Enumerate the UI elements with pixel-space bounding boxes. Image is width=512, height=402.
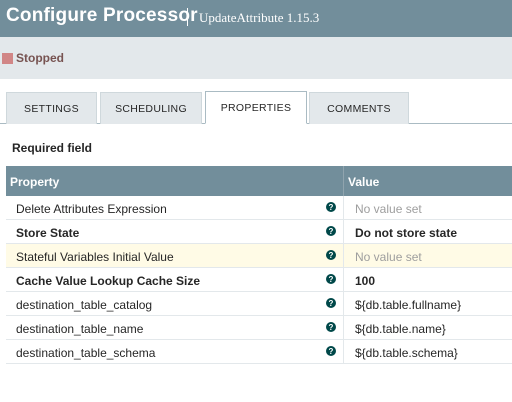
property-value[interactable]: No value set [355, 202, 422, 216]
processor-type: UpdateAttribute 1.15.3 [199, 10, 320, 25]
status-label: Stopped [16, 51, 64, 65]
properties-table: Property Value Delete Attributes Express… [6, 166, 512, 364]
tab-settings[interactable]: SETTINGS [6, 92, 97, 124]
table-row[interactable]: destination_table_catalog ? ${db.table.f… [6, 292, 512, 316]
tab-scheduling[interactable]: SCHEDULING [100, 92, 202, 124]
question-circle-icon[interactable]: ? [326, 202, 336, 212]
property-name: destination_table_name [16, 322, 144, 336]
property-name: Delete Attributes Expression [16, 202, 167, 216]
table-row[interactable]: destination_table_schema ? ${db.table.sc… [6, 340, 512, 364]
question-circle-icon[interactable]: ? [326, 322, 336, 332]
table-header: Property Value [6, 166, 512, 196]
question-circle-icon[interactable]: ? [326, 274, 336, 284]
question-circle-icon[interactable]: ? [326, 298, 336, 308]
tab-comments-label: COMMENTS [327, 102, 391, 115]
tab-scheduling-label: SCHEDULING [115, 102, 187, 115]
property-name: destination_table_catalog [16, 298, 153, 312]
stopped-icon [2, 53, 13, 64]
property-value[interactable]: ${db.table.schema} [355, 346, 458, 360]
property-name: destination_table_schema [16, 346, 156, 360]
table-row[interactable]: Stateful Variables Initial Value ? No va… [6, 244, 512, 268]
table-row[interactable]: destination_table_name ? ${db.table.name… [6, 316, 512, 340]
property-column-header[interactable]: Property [10, 175, 59, 189]
status-bar: Stopped [0, 37, 512, 79]
dialog-header: Configure Processor UpdateAttribute 1.15… [0, 0, 512, 37]
table-row[interactable]: Delete Attributes Expression ? No value … [6, 196, 512, 220]
table-row[interactable]: Store State ? Do not store state [6, 220, 512, 244]
value-column-header[interactable]: Value [348, 175, 379, 189]
property-value[interactable]: Do not store state [355, 226, 457, 240]
dialog-title: Configure Processor [6, 5, 198, 26]
cell-divider [343, 316, 344, 340]
property-name: Store State [16, 226, 80, 240]
property-value[interactable]: ${db.table.name} [355, 322, 446, 336]
required-field-legend: Required field [12, 141, 93, 155]
cell-divider [343, 292, 344, 316]
question-circle-icon[interactable]: ? [326, 346, 336, 356]
tab-properties-label: PROPERTIES [220, 101, 292, 114]
property-value[interactable]: ${db.table.fullname} [355, 298, 461, 312]
cell-divider [343, 244, 344, 268]
cell-divider [343, 196, 344, 220]
cell-divider [343, 220, 344, 244]
property-value[interactable]: 100 [355, 274, 375, 288]
tab-settings-label: SETTINGS [24, 102, 79, 115]
title-separator [187, 8, 188, 26]
cell-divider [343, 340, 344, 364]
column-divider [343, 166, 344, 196]
tab-comments[interactable]: COMMENTS [309, 92, 409, 124]
table-row[interactable]: Cache Value Lookup Cache Size ? 100 [6, 268, 512, 292]
cell-divider [343, 268, 344, 292]
question-circle-icon[interactable]: ? [326, 226, 336, 236]
question-circle-icon[interactable]: ? [326, 250, 336, 260]
property-value[interactable]: No value set [355, 250, 422, 264]
tab-properties[interactable]: PROPERTIES [205, 91, 307, 124]
property-name: Stateful Variables Initial Value [16, 250, 174, 264]
property-name: Cache Value Lookup Cache Size [16, 274, 201, 288]
